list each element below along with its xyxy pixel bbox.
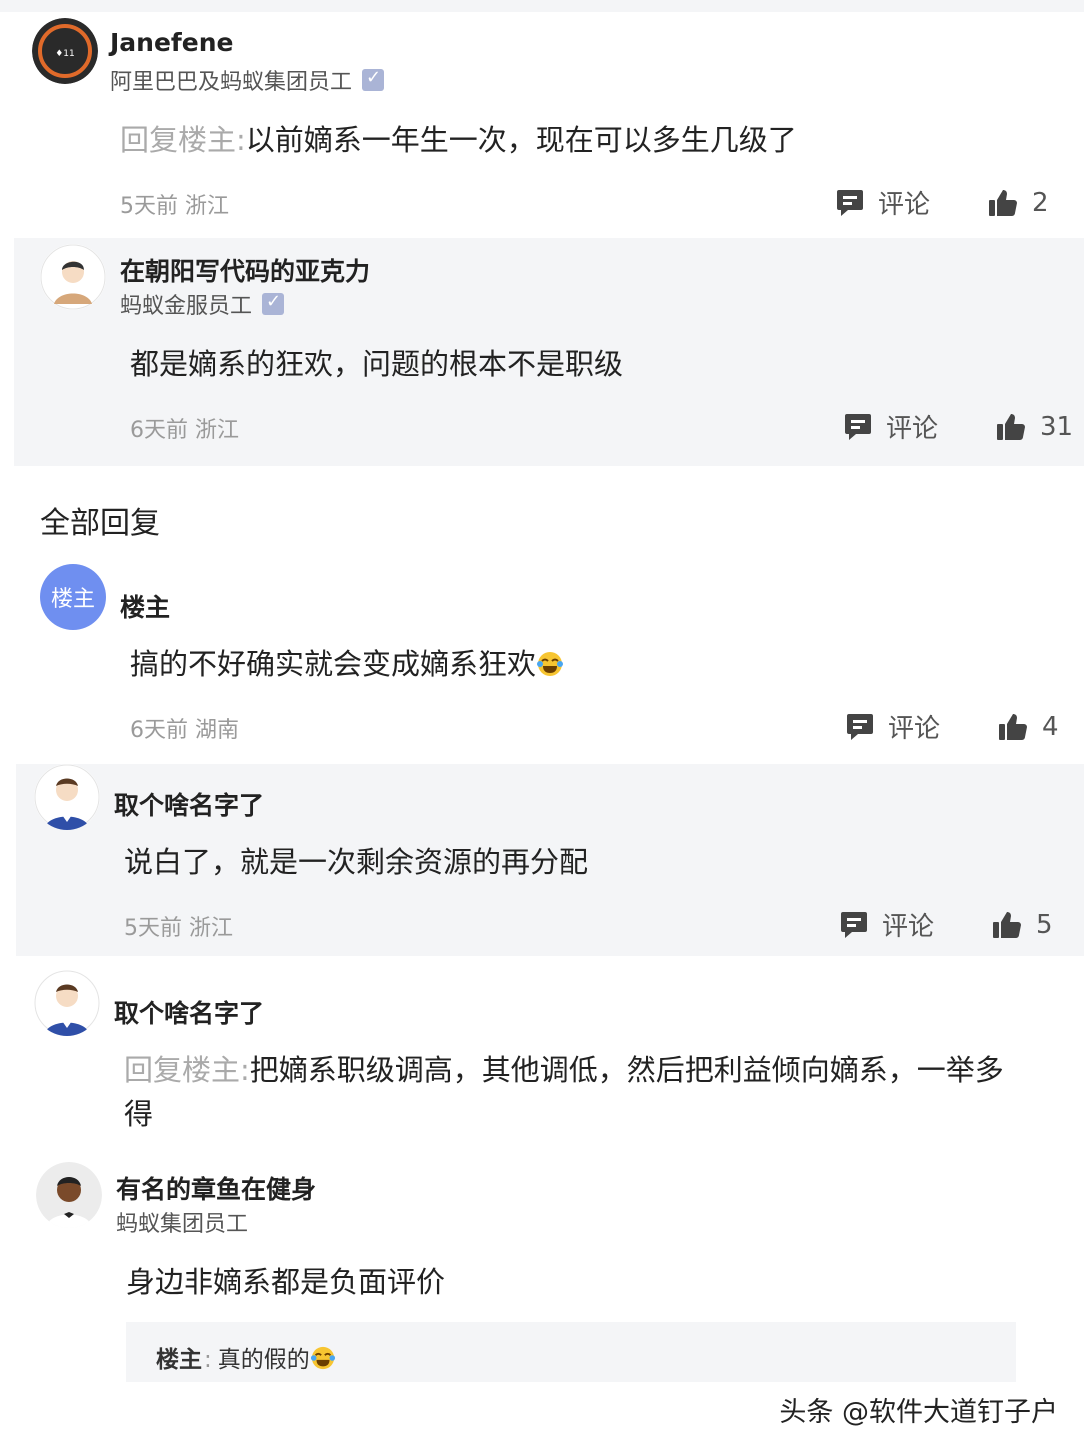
comment-icon <box>837 189 863 216</box>
owner-avatar[interactable]: 楼主 <box>40 564 106 630</box>
user-title: 阿里巴巴及蚂蚁集团员工 <box>110 64 385 96</box>
comment-label: 评论 <box>888 714 941 744</box>
comment-actions: 评论 4 <box>846 708 1059 745</box>
quote-author: 楼主 <box>156 1347 202 1373</box>
username[interactable]: 取个啥名字了 <box>114 994 264 1030</box>
comment-body: 都是嫡系的狂欢，问题的根本不是职级 <box>130 347 624 381</box>
verified-icon <box>362 67 385 91</box>
comment-actions: 评论 31 <box>844 408 1073 445</box>
avatar[interactable] <box>36 1162 102 1228</box>
comment-body: 说白了，就是一次剩余资源的再分配 <box>124 845 589 879</box>
owner-avatar-label: 楼主 <box>50 587 95 612</box>
quote-separator: : <box>204 1347 212 1373</box>
thumbs-up-icon <box>993 911 1022 938</box>
comment-acrylic: 在朝阳写代码的亚克力 蚂蚁金服员工 都是嫡系的狂欢，问题的根本不是职级 6天前 … <box>14 238 1084 466</box>
avatar[interactable] <box>34 764 100 830</box>
user-title: 蚂蚁集团员工 <box>116 1206 248 1238</box>
top-band <box>0 0 1084 12</box>
reply-prefix: 回复楼主: <box>124 1053 250 1087</box>
reply-octopus: 有名的章鱼在健身 蚂蚁集团员工 身边非嫡系都是负面评价 <box>0 1158 1084 1318</box>
user-title-text: 蚂蚁集团员工 <box>116 1212 249 1237</box>
avatar[interactable]: ♦11 <box>32 18 98 84</box>
watermark: 头条 @软件大道钉子户 <box>779 1397 1058 1428</box>
laugh-cry-emoji <box>310 1346 335 1370</box>
comment-button[interactable]: 评论 <box>846 708 940 745</box>
time-location: 6天前 湖南 <box>130 718 239 743</box>
section-title: 全部回复 <box>40 506 160 541</box>
comment-actions: 评论 2 <box>836 184 1049 221</box>
user-title-text: 阿里巴巴及蚂蚁集团员工 <box>110 70 353 95</box>
like-count: 4 <box>1042 711 1059 742</box>
like-count: 2 <box>1032 187 1049 218</box>
like-button[interactable]: 5 <box>992 910 1053 940</box>
time-location: 6天前 浙江 <box>130 418 239 443</box>
comment-icon <box>847 713 873 740</box>
username[interactable]: Janefene <box>110 28 234 57</box>
user-title: 蚂蚁金服员工 <box>120 288 285 320</box>
avatar[interactable] <box>34 970 100 1036</box>
comment-button[interactable]: 评论 <box>836 184 930 221</box>
comment-label: 评论 <box>882 912 935 942</box>
comment-text: 搞的不好确实就会变成嫡系狂欢 <box>130 642 564 686</box>
like-button[interactable]: 2 <box>988 188 1049 218</box>
like-count: 5 <box>1036 909 1053 940</box>
comment-label: 评论 <box>878 190 931 220</box>
username[interactable]: 取个啥名字了 <box>114 786 264 822</box>
comment-body: 搞的不好确实就会变成嫡系狂欢 <box>130 647 537 681</box>
like-button[interactable]: 4 <box>998 712 1059 742</box>
comment-label: 评论 <box>886 414 939 444</box>
reply-quname-1: 取个啥名字了 说白了，就是一次剩余资源的再分配 5天前 浙江 评论 5 <box>16 764 1084 956</box>
comment-button[interactable]: 评论 <box>840 906 934 943</box>
reply-owner: 楼主 楼主 搞的不好确实就会变成嫡系狂欢 6天前 湖南 评论 4 <box>0 562 1084 762</box>
quote-text: 真的假的 <box>217 1347 310 1373</box>
comment-body: 身边非嫡系都是负面评价 <box>126 1265 446 1299</box>
time-location: 5天前 浙江 <box>124 916 233 941</box>
time-location: 5天前 浙江 <box>120 194 229 219</box>
thumbs-up-icon <box>989 189 1018 216</box>
like-count: 31 <box>1040 411 1074 442</box>
comment-text-line1: 回复楼主:把嫡系职级调高，其他调低，然后把利益倾向嫡系，一举多 <box>124 1048 1004 1092</box>
comment-janefene: ♦11 Janefene 阿里巴巴及蚂蚁集团员工 回复楼主:以前嫡系一年生一次，… <box>0 12 1084 238</box>
thumbs-up-icon <box>997 413 1026 440</box>
quoted-reply[interactable]: 楼主: 真的假的 <box>126 1322 1016 1382</box>
avatar[interactable] <box>40 244 106 310</box>
reply-prefix: 回复楼主: <box>120 123 246 157</box>
comment-text-line2: 得 <box>124 1097 154 1131</box>
comment-body: 以前嫡系一年生一次，现在可以多生几级了 <box>245 123 797 157</box>
svg-text:♦11: ♦11 <box>55 49 75 59</box>
username[interactable]: 在朝阳写代码的亚克力 <box>120 252 370 288</box>
comment-actions: 评论 5 <box>840 906 1053 943</box>
comment-icon <box>841 911 867 938</box>
comment-icon <box>845 413 871 440</box>
thumbs-up-icon <box>999 713 1028 740</box>
comment-body: 把嫡系职级调高，其他调低，然后把利益倾向嫡系，一举多 <box>249 1053 1004 1087</box>
comment-text: 回复楼主:以前嫡系一年生一次，现在可以多生几级了 <box>120 118 797 162</box>
reply-quname-2: 取个啥名字了 回复楼主:把嫡系职级调高，其他调低，然后把利益倾向嫡系，一举多 得 <box>0 968 1084 1148</box>
laugh-cry-emoji <box>537 652 564 676</box>
comment-button[interactable]: 评论 <box>844 408 938 445</box>
like-button[interactable]: 31 <box>996 412 1073 442</box>
verified-icon <box>262 291 285 315</box>
username[interactable]: 有名的章鱼在健身 <box>116 1170 316 1206</box>
user-title-text: 蚂蚁金服员工 <box>120 294 253 319</box>
username[interactable]: 楼主 <box>120 588 170 624</box>
